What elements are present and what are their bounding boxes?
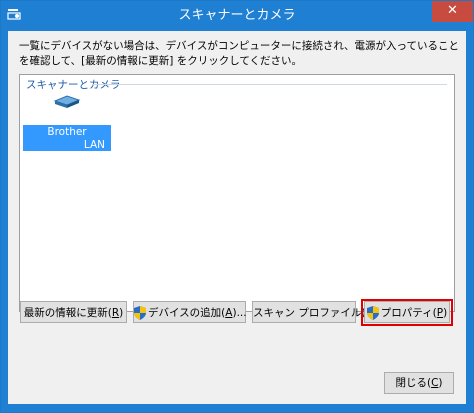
close-suffix: ) xyxy=(438,377,443,389)
close-icon: ✕ xyxy=(447,3,458,18)
close-button[interactable]: 閉じる(C) xyxy=(384,372,454,394)
refresh-button[interactable]: 最新の情報に更新(R) xyxy=(20,301,127,323)
add-device-button[interactable]: デバイスの追加(A)... xyxy=(133,301,247,323)
device-list[interactable]: スキャナーとカメラ Brother LAN xyxy=(19,74,455,312)
add-device-label: デバイスの追加( xyxy=(148,307,226,319)
add-device-suffix: )... xyxy=(232,307,247,319)
device-name: Brother xyxy=(47,126,87,138)
refresh-suffix: ) xyxy=(119,307,124,319)
window-title: スキャナーとカメラ xyxy=(178,8,296,23)
device-item-brother[interactable]: Brother LAN xyxy=(23,93,111,157)
scan-profile-button[interactable]: スキャン プロファイル(S) xyxy=(252,301,376,323)
highlight-box xyxy=(361,299,453,326)
title-bar: スキャナーとカメラ ✕ xyxy=(1,1,473,31)
scanner-icon xyxy=(53,95,81,108)
close-window-button[interactable]: ✕ xyxy=(432,1,473,22)
instruction-text: 一覧にデバイスがない場合は、デバイスがコンピューターに接続され、電源が入っている… xyxy=(19,40,459,67)
scan-profile-label: スキャン プロファイル( xyxy=(253,307,366,319)
uac-shield-icon xyxy=(134,306,146,320)
scanners-cameras-window: スキャナーとカメラ ✕ 一覧にデバイスがない場合は、デバイスがコンピューターに接… xyxy=(0,0,474,413)
dialog-body: 一覧にデバイスがない場合は、デバイスがコンピューターに接続され、電源が入っている… xyxy=(8,31,466,404)
close-label: 閉じる( xyxy=(395,377,432,389)
refresh-label: 最新の情報に更新( xyxy=(23,307,112,319)
group-divider xyxy=(92,84,447,85)
device-label: Brother LAN xyxy=(23,125,111,151)
device-connection: LAN xyxy=(83,139,105,151)
